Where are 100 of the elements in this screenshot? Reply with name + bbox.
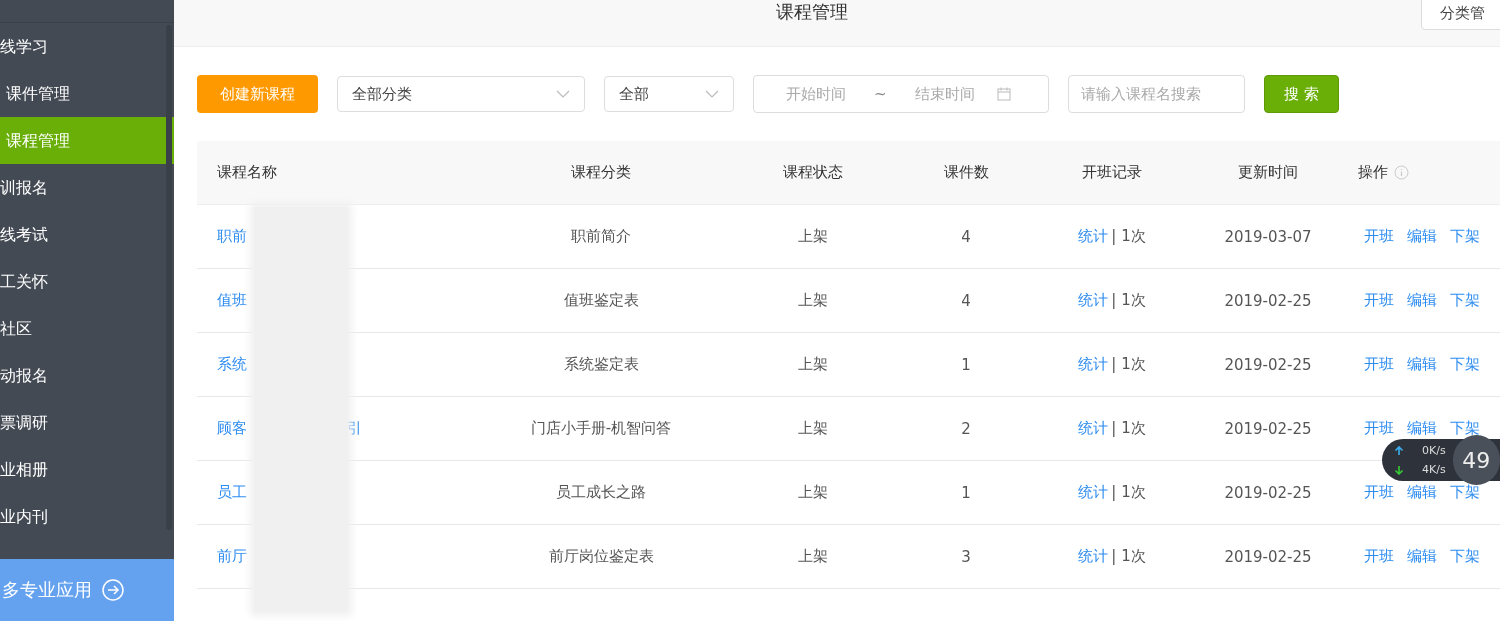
table-cell: | 1次 — [1111, 227, 1146, 246]
action-link[interactable]: 开班 — [1364, 355, 1394, 374]
more-apps-bar[interactable]: 多专业应用 — [0, 559, 174, 621]
table-cell: 职前简介 — [571, 227, 631, 246]
table-cell: 4 — [961, 291, 971, 310]
table-cell: 上架 — [798, 227, 828, 246]
sidebar-item[interactable]: 业相册 — [0, 446, 174, 493]
stats-link[interactable]: 统计 — [1078, 547, 1109, 566]
action-link[interactable]: 开班 — [1364, 419, 1394, 438]
table-cell: 前厅岗位鉴定表 — [548, 547, 654, 566]
table-cell: 2019-02-25 — [1224, 547, 1312, 566]
table-cell: 上架 — [798, 547, 828, 566]
action-link[interactable]: 开班 — [1364, 227, 1394, 246]
download-speed: 4K/s — [1422, 463, 1446, 476]
action-link[interactable]: 开班 — [1364, 483, 1394, 502]
down-arrow-icon — [1394, 464, 1404, 475]
table-cell: | 1次 — [1111, 291, 1146, 310]
sidebar-item[interactable]: 票调研 — [0, 399, 174, 446]
calendar-icon — [996, 87, 1011, 101]
table-cell: 上架 — [798, 291, 828, 310]
table-cell: | 1次 — [1111, 419, 1146, 438]
action-link[interactable]: 开班 — [1364, 291, 1394, 310]
chevron-down-icon — [556, 90, 570, 98]
scrollbar[interactable] — [166, 25, 172, 530]
table-cell: 值班鉴定表 — [563, 291, 639, 310]
course-name-link[interactable]: 职前 — [217, 227, 247, 246]
sidebar-item[interactable]: 训报名 — [0, 164, 174, 211]
action-link[interactable]: 下架 — [1450, 291, 1480, 310]
date-range-field[interactable]: 开始时间 ~ 结束时间 — [753, 75, 1049, 113]
table-cell: 2019-03-07 — [1224, 227, 1312, 246]
column-header: 开班记录 — [1082, 163, 1142, 182]
column-header: 课程分类 — [571, 163, 631, 182]
action-link[interactable]: 编辑 — [1407, 547, 1437, 566]
sidebar-item[interactable]: 线学习 — [0, 23, 174, 70]
table-cell: 上架 — [798, 483, 828, 502]
stats-link[interactable]: 统计 — [1078, 419, 1109, 438]
action-link[interactable]: 下架 — [1450, 227, 1480, 246]
column-header: 操作 — [1358, 163, 1388, 182]
sidebar-item[interactable]: 线考试 — [0, 211, 174, 258]
info-icon[interactable] — [1394, 165, 1409, 180]
column-header: 课程状态 — [783, 163, 843, 182]
status-select[interactable]: 全部 — [604, 76, 734, 112]
course-name-link[interactable]: 系统 — [217, 355, 247, 374]
table-cell: 2 — [961, 419, 971, 438]
table-cell: 2019-02-25 — [1224, 419, 1312, 438]
search-field[interactable]: 请输入课程名搜索 — [1068, 75, 1245, 113]
gauge-value: 49 — [1462, 447, 1491, 473]
table-cell: 2019-02-25 — [1224, 355, 1312, 374]
stats-link[interactable]: 统计 — [1078, 291, 1109, 310]
arrow-circle-icon[interactable] — [102, 579, 124, 601]
up-arrow-icon — [1394, 445, 1404, 456]
column-header: 课程名称 — [217, 163, 277, 182]
action-link[interactable]: 编辑 — [1407, 483, 1437, 502]
stats-link[interactable]: 统计 — [1078, 355, 1109, 374]
course-name-link[interactable]: 前厅 — [217, 547, 247, 566]
chevron-down-icon — [705, 90, 719, 98]
action-link[interactable]: 下架 — [1450, 483, 1480, 502]
table-cell: 4 — [961, 227, 971, 246]
column-header: 课件数 — [943, 163, 989, 182]
sidebar-item[interactable]: 课程管理 — [0, 117, 174, 164]
course-name-link[interactable]: 员工 — [217, 483, 247, 502]
column-header: 更新时间 — [1238, 163, 1298, 182]
more-apps-label[interactable]: 多专业应用 — [2, 578, 92, 602]
action-link[interactable]: 编辑 — [1407, 355, 1437, 374]
stats-link[interactable]: 统计 — [1078, 483, 1109, 502]
table-cell: 员工成长之路 — [556, 483, 646, 502]
course-name-link[interactable]: 引 — [347, 419, 362, 438]
table-cell: 1 — [961, 355, 971, 374]
category-select[interactable]: 全部分类 — [337, 76, 585, 112]
table-cell: | 1次 — [1111, 547, 1146, 566]
table-cell: 门店小手册-机智问答 — [530, 419, 672, 438]
sidebar-item[interactable]: 动报名 — [0, 352, 174, 399]
sidebar-item[interactable]: 社区 — [0, 305, 174, 352]
table-cell: | 1次 — [1111, 483, 1146, 502]
action-link[interactable]: 下架 — [1450, 419, 1480, 438]
table-cell: 1 — [961, 483, 971, 502]
stats-link[interactable]: 统计 — [1078, 227, 1109, 246]
category-manage-button[interactable]: 分类管 — [1421, 0, 1500, 30]
sidebar-item[interactable]: 课件管理 — [0, 70, 174, 117]
table-cell: 2019-02-25 — [1224, 291, 1312, 310]
action-link[interactable]: 编辑 — [1407, 419, 1437, 438]
create-course-button[interactable]: 创建新课程 — [197, 75, 318, 113]
action-link[interactable]: 下架 — [1450, 355, 1480, 374]
table-cell: 上架 — [798, 355, 828, 374]
table-cell: | 1次 — [1111, 355, 1146, 374]
upload-speed: 0K/s — [1422, 444, 1446, 457]
search-button[interactable]: 搜 索 — [1264, 75, 1339, 113]
table-cell: 3 — [961, 547, 971, 566]
action-link[interactable]: 编辑 — [1407, 291, 1437, 310]
course-name-link[interactable]: 顾客 — [217, 419, 247, 438]
table-cell: 上架 — [798, 419, 828, 438]
sidebar-item[interactable]: 业内刊 — [0, 493, 174, 540]
table-cell: 系统鉴定表 — [563, 355, 639, 374]
page-title: 课程管理 — [776, 0, 848, 24]
sidebar-item[interactable]: 工关怀 — [0, 258, 174, 305]
action-link[interactable]: 开班 — [1364, 547, 1394, 566]
course-name-link[interactable]: 值班 — [217, 291, 247, 310]
action-link[interactable]: 下架 — [1450, 547, 1480, 566]
table-cell: 2019-02-25 — [1224, 483, 1312, 502]
action-link[interactable]: 编辑 — [1407, 227, 1437, 246]
